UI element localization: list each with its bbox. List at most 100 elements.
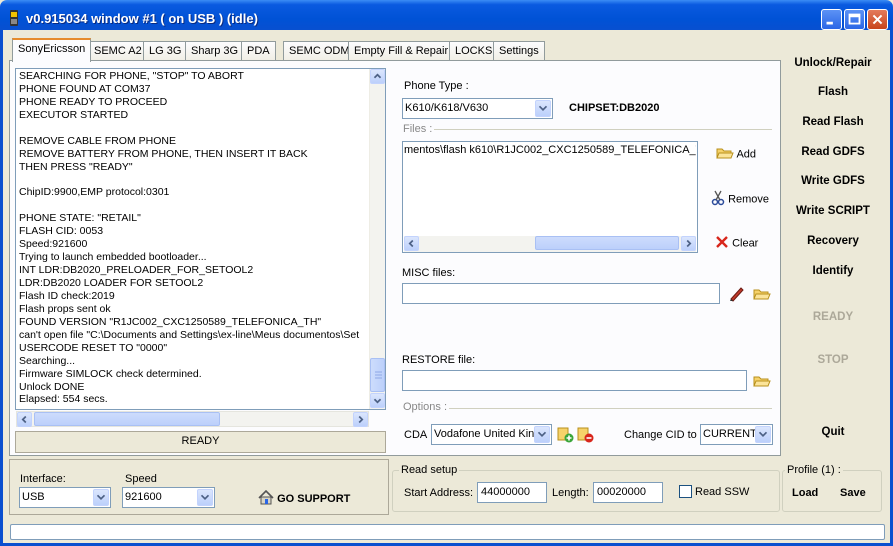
house-icon — [258, 489, 274, 508]
log-line: Trying to launch embedded bootloader... — [19, 251, 207, 264]
add-label: Add — [736, 148, 757, 161]
folder-open-icon[interactable] — [753, 374, 771, 391]
log-line: REMOVE BATTERY FROM PHONE, THEN INSERT I… — [19, 147, 308, 160]
restore-file-input[interactable] — [402, 370, 747, 391]
log-vertical-scrollbar[interactable] — [369, 69, 385, 409]
read-setup-label: Read setup — [399, 464, 460, 476]
interface-label: Interface: — [20, 473, 66, 485]
add-file-button[interactable]: Add — [716, 146, 756, 163]
tab-sonyericsson[interactable]: SonyEricsson — [12, 38, 92, 62]
remove-cda-icon[interactable] — [577, 426, 594, 446]
scroll-right-icon[interactable] — [681, 236, 696, 251]
log-line: Firmware SIMLOCK check determined. — [19, 367, 202, 380]
tab-semc-odm[interactable]: SEMC ODM — [283, 41, 356, 60]
write-gdfs-button[interactable]: Write GDFS — [784, 169, 882, 193]
chevron-down-icon[interactable] — [197, 489, 213, 506]
speed-select[interactable]: 921600 — [122, 487, 215, 508]
remove-file-button[interactable]: Remove — [711, 190, 769, 209]
profile-label: Profile (1) : — [785, 464, 843, 476]
log-line: PHONE READY TO PROCEED — [19, 95, 168, 108]
read-gdfs-button[interactable]: Read GDFS — [784, 140, 882, 164]
scroll-down-icon[interactable] — [370, 393, 385, 408]
chevron-down-icon[interactable] — [534, 426, 550, 443]
scroll-left-icon[interactable] — [404, 236, 419, 251]
log-line: Elapsed: 554 secs. — [19, 393, 108, 406]
folder-open-icon[interactable] — [753, 287, 771, 304]
clear-files-button[interactable]: Clear — [715, 235, 758, 252]
maximize-button[interactable] — [844, 9, 865, 30]
interface-select[interactable]: USB — [19, 487, 111, 508]
stop-button[interactable]: STOP — [784, 348, 882, 372]
save-profile-button[interactable]: Save — [840, 487, 866, 499]
ready-button[interactable]: READY — [784, 305, 882, 329]
cda-select[interactable]: Vodafone United King — [431, 424, 552, 445]
tab-locks[interactable]: LOCKS — [449, 41, 499, 60]
tab-sharp-3g[interactable]: Sharp 3G — [185, 41, 245, 60]
log-line: FLASH CID: 0053 — [19, 225, 104, 238]
log-line: Speed:921600 — [19, 238, 88, 251]
write-script-button[interactable]: Write SCRIPT — [784, 199, 882, 223]
log-horizontal-scrollbar[interactable] — [16, 411, 369, 427]
add-cda-icon[interactable] — [557, 426, 574, 446]
close-button[interactable] — [867, 9, 888, 30]
speed-value: 921600 — [125, 491, 162, 503]
log-line: ChipID:9900,EMP protocol:0301 — [19, 186, 170, 199]
horizontal-scroll-thumb[interactable] — [34, 412, 220, 426]
log-box[interactable]: SEARCHING FOR PHONE, "STOP" TO ABORT PHON… — [15, 68, 386, 410]
chevron-down-icon[interactable] — [535, 100, 551, 117]
app-icon — [8, 10, 20, 26]
file-entry[interactable]: mentos\flash k610\R1JC002_CXC1250589_TEL… — [404, 144, 696, 156]
scroll-left-icon[interactable] — [17, 412, 32, 427]
chevron-down-icon[interactable] — [755, 426, 771, 443]
tab-semc-a2[interactable]: SEMC A2 — [88, 41, 148, 60]
minimize-button[interactable] — [821, 9, 842, 30]
chevron-down-icon[interactable] — [93, 489, 109, 506]
cid-select[interactable]: CURRENT — [700, 424, 773, 445]
go-support-label: GO SUPPORT — [277, 492, 351, 505]
phone-type-value: K610/K618/V630 — [405, 102, 489, 114]
flash-button[interactable]: Flash — [784, 80, 882, 104]
read-ssw-label: Read SSW — [695, 486, 750, 498]
length-input[interactable]: 00020000 — [593, 482, 663, 503]
log-line: EXECUTOR STARTED — [19, 108, 129, 121]
log-line: FOUND VERSION "R1JC002_CXC1250589_TELEFO… — [19, 315, 322, 328]
restore-file-label: RESTORE file: — [402, 354, 476, 366]
unlock-repair-button[interactable]: Unlock/Repair — [784, 51, 882, 75]
options-label: Options : — [401, 401, 450, 413]
clear-label: Clear — [732, 237, 759, 250]
tab-settings[interactable]: Settings — [493, 41, 545, 60]
misc-files-input[interactable] — [402, 283, 720, 304]
log-line: SEARCHING FOR PHONE, "STOP" TO ABORT — [19, 70, 244, 82]
tab-lg-3g[interactable]: LG 3G — [143, 41, 188, 60]
scissors-icon — [711, 190, 725, 209]
scroll-right-icon[interactable] — [353, 412, 368, 427]
recovery-button[interactable]: Recovery — [784, 229, 882, 253]
length-label: Length: — [552, 487, 589, 499]
status-box: READY — [15, 431, 386, 453]
read-flash-button[interactable]: Read Flash — [784, 110, 882, 134]
files-list[interactable]: mentos\flash k610\R1JC002_CXC1250589_TEL… — [402, 141, 698, 253]
tab-pda[interactable]: PDA — [241, 41, 276, 60]
identify-button[interactable]: Identify — [784, 259, 882, 283]
files-horizontal-scrollbar[interactable] — [404, 236, 696, 252]
load-profile-button[interactable]: Load — [792, 487, 818, 499]
start-address-label: Start Address: — [404, 487, 474, 499]
go-support-button[interactable]: GO SUPPORT — [258, 489, 351, 508]
pen-icon[interactable] — [728, 285, 746, 305]
tab-empty-fill-repair[interactable]: Empty Fill & Repair — [348, 41, 455, 60]
log-line: can't open file "C:\Documents and Settin… — [19, 328, 360, 341]
progress-bar — [10, 524, 885, 540]
change-cid-label: Change CID to — [624, 429, 697, 441]
scroll-up-icon[interactable] — [370, 69, 385, 84]
read-ssw-checkbox[interactable] — [679, 485, 692, 498]
log-line: LDR:DB2020 LOADER FOR SETOOL2 — [19, 277, 204, 289]
phone-type-select[interactable]: K610/K618/V630 — [402, 98, 553, 119]
quit-button[interactable]: Quit — [784, 420, 882, 444]
horizontal-scroll-thumb[interactable] — [535, 236, 679, 250]
start-address-input[interactable]: 44000000 — [477, 482, 547, 503]
chipset-label: CHIPSET:DB2020 — [569, 102, 660, 114]
log-line: THEN PRESS "READY" — [19, 160, 133, 173]
scroll-thumb[interactable] — [370, 358, 385, 392]
